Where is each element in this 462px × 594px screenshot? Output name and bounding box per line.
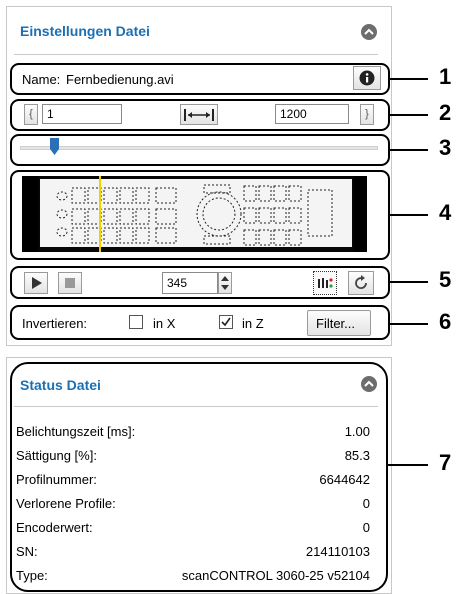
status-row-exposure: Belichtungszeit [ms]: 1.00: [16, 424, 370, 440]
callout-leader-3: [390, 149, 428, 151]
status-label: SN:: [16, 544, 38, 559]
stop-button[interactable]: [58, 272, 82, 294]
stepper-arrows-icon: [221, 276, 229, 290]
range-start-input[interactable]: 1: [42, 104, 122, 124]
callout-leader-5: [390, 281, 428, 283]
status-label: Type:: [16, 568, 48, 583]
status-label: Belichtungszeit [ms]:: [16, 424, 136, 439]
status-value: 0: [362, 520, 370, 535]
file-name: Fernbedienung.avi: [66, 72, 174, 87]
fit-range-button[interactable]: [180, 104, 218, 125]
status-row-saturation: Sättigung [%]: 85.3: [16, 448, 370, 464]
slider-track: [20, 146, 378, 150]
callout-leader-7: [388, 464, 428, 466]
status-value: 1.00: [344, 424, 370, 439]
status-value: 85.3: [344, 448, 370, 463]
info-button[interactable]: [353, 66, 381, 90]
range-start-bracket-button[interactable]: {: [24, 104, 38, 125]
profile-preview-image: [22, 176, 367, 252]
invert-z-label: in Z: [242, 316, 264, 331]
callout-number-4: 4: [439, 200, 452, 225]
callout-leader-4: [390, 214, 428, 216]
callout-number-1: 1: [439, 64, 452, 89]
refresh-button[interactable]: [348, 271, 374, 295]
check-icon: [221, 317, 231, 327]
status-value: 214110103: [305, 544, 370, 559]
title-divider: [14, 54, 378, 55]
play-button[interactable]: [24, 272, 48, 294]
status-row-serial: SN: 214110103: [16, 544, 370, 560]
callout-number-3: 3: [439, 135, 452, 160]
callout-number-2: 2: [439, 100, 452, 125]
stop-icon: [65, 278, 75, 288]
frame-number-input[interactable]: 345: [162, 272, 218, 294]
invert-label: Invertieren:: [22, 316, 88, 331]
status-value: 6644642: [319, 472, 370, 487]
status-label: Profilnummer:: [16, 472, 97, 487]
range-start-value: 1: [47, 107, 54, 121]
collapse-file-settings-icon[interactable]: [361, 24, 377, 40]
horizontal-fit-icon: [184, 109, 214, 121]
info-icon: [359, 70, 375, 86]
status-title: Status Datei: [20, 377, 101, 393]
frame-slider[interactable]: [20, 138, 378, 162]
invert-x-label: in X: [153, 316, 176, 331]
status-value: 0: [362, 496, 370, 511]
file-settings-title: Einstellungen Datei: [20, 23, 150, 39]
range-end-input[interactable]: 1200: [275, 104, 349, 124]
slider-thumb[interactable]: [49, 138, 59, 155]
name-label: Name:: [22, 72, 61, 87]
frame-stepper[interactable]: [218, 272, 232, 294]
status-divider: [14, 406, 378, 407]
status-row-encoder: Encoderwert: 0: [16, 520, 370, 536]
callout-leader-6: [390, 323, 428, 325]
play-icon: [32, 277, 42, 289]
status-row-lost-profiles: Verlorene Profile: 0: [16, 496, 370, 512]
invert-z-checkbox[interactable]: [219, 315, 233, 329]
collapse-status-icon[interactable]: [361, 376, 377, 392]
status-label: Encoderwert:: [16, 520, 93, 535]
status-row-profile-number: Profilnummer: 6644642: [16, 472, 370, 488]
profile-mode-button[interactable]: [313, 271, 337, 295]
status-row-type: Type: scanCONTROL 3060-25 v52104: [16, 568, 370, 584]
range-end-value: 1200: [280, 107, 307, 121]
frame-number-value: 345: [167, 276, 188, 290]
callout-leader-1: [390, 78, 428, 80]
callout-number-5: 5: [439, 267, 452, 292]
refresh-icon: [355, 275, 367, 289]
callout-leader-2: [390, 114, 428, 116]
invert-x-checkbox[interactable]: [129, 315, 143, 329]
status-label: Verlorene Profile:: [16, 496, 116, 511]
filter-button-label: Filter...: [316, 316, 356, 331]
status-value: scanCONTROL 3060-25 v52104: [181, 568, 370, 583]
profile-points-icon: [318, 278, 333, 288]
status-label: Sättigung [%]:: [16, 448, 97, 463]
filter-button[interactable]: Filter...: [307, 310, 371, 336]
callout-number-7: 7: [439, 450, 452, 475]
range-end-bracket-button[interactable]: }: [360, 104, 374, 125]
callout-number-6: 6: [439, 309, 452, 334]
